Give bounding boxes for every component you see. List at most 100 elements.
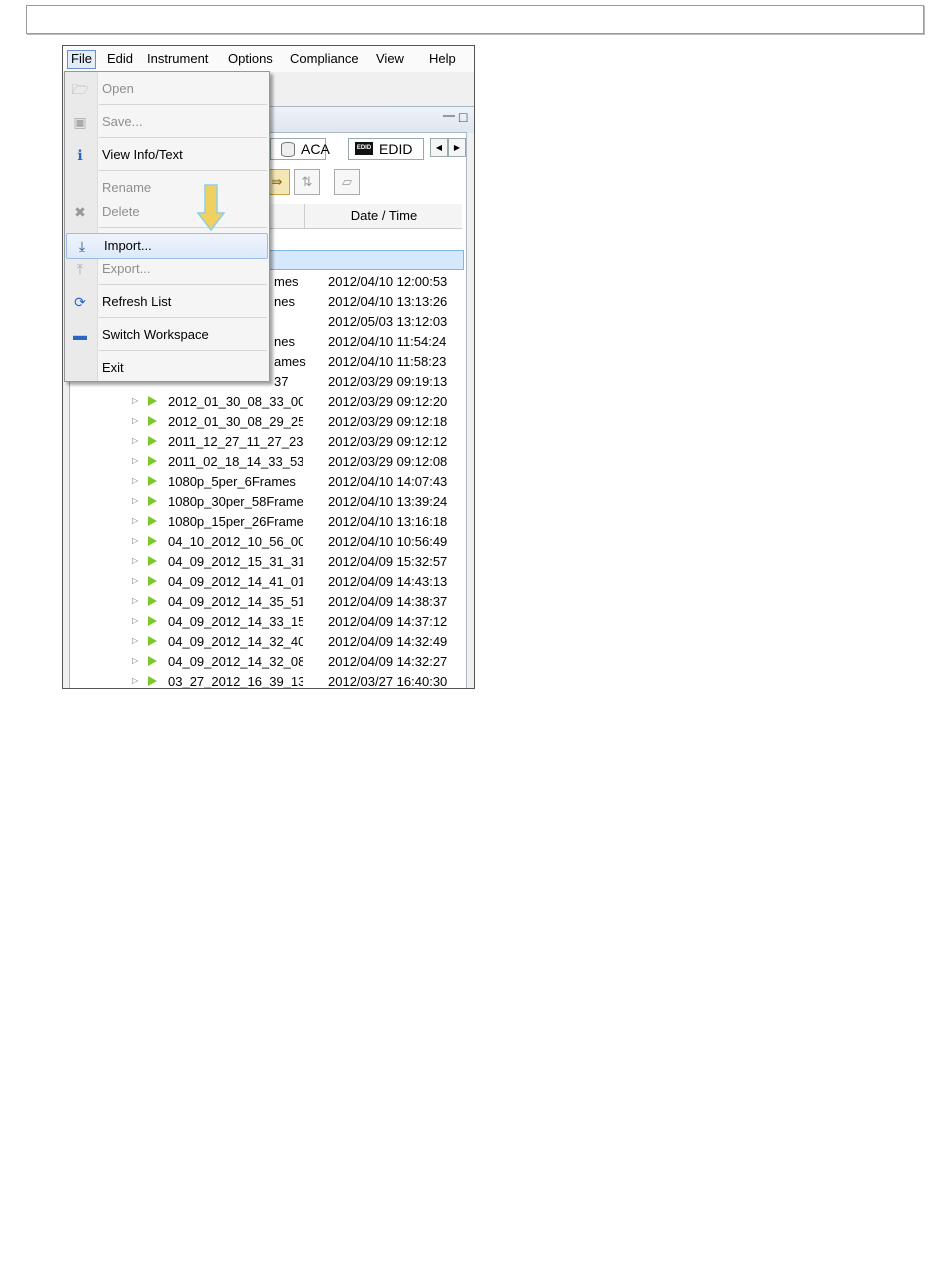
file-menu-dropdown: 🗁 Open ▣ Save... ℹ View Info/Text Rename ✖ Delet… [64, 71, 270, 382]
capture-play-icon [148, 576, 157, 586]
menu-bar: File Edid Instrument Options Compliance … [63, 46, 474, 72]
row-date: 2012/04/09 14:38:37 [328, 594, 448, 609]
expand-icon[interactable]: ▷ [132, 476, 138, 485]
menu-item-switch-workspace[interactable]: ▬ Switch Workspace [65, 323, 269, 347]
menu-separator [99, 284, 267, 285]
table-row[interactable]: ▷ 04_09_2012_14_33_15 2012/04/09 14:37:12 [70, 613, 466, 633]
table-row[interactable]: ▷ 04_09_2012_14_41_01 2012/04/09 14:43:13 [70, 573, 466, 593]
table-row[interactable]: ▷ 1080p_15per_26Frames 2012/04/10 13:16:18 [70, 513, 466, 533]
menu-item-label: Refresh List [102, 294, 172, 309]
row-date: 2012/05/03 13:12:03 [328, 314, 448, 329]
menu-item-label: Exit [102, 360, 124, 375]
capture-play-icon [148, 536, 157, 546]
row-date: 2012/04/10 11:58:23 [328, 354, 447, 369]
capture-play-icon [148, 636, 157, 646]
menu-edid[interactable]: Edid [107, 51, 133, 66]
refresh-icon: ⟳ [74, 294, 86, 310]
table-row[interactable]: ▷ 2011_12_27_11_27_23 2012/03/29 09:12:12 [70, 433, 466, 453]
expand-icon[interactable]: ▷ [132, 436, 138, 445]
menu-item-refresh-list[interactable]: ⟳ Refresh List [65, 290, 269, 314]
menu-help[interactable]: Help [429, 51, 456, 66]
menu-compliance[interactable]: Compliance [290, 51, 359, 66]
menu-item-label: View Info/Text [102, 147, 183, 162]
table-row[interactable]: ▷ 1080p_30per_58Frames 2012/04/10 13:39:24 [70, 493, 466, 513]
row-name: 04_09_2012_14_35_51 [168, 594, 303, 609]
tab-edid[interactable]: EDID EDID [348, 138, 424, 160]
menu-item-open[interactable]: 🗁 Open [65, 77, 269, 101]
panel-window-controls: ⎻ ☐ [443, 111, 468, 126]
row-name: nes [274, 294, 295, 309]
row-date: 2012/03/29 09:12:20 [328, 394, 448, 409]
row-name: 2012_01_30_08_33_00 [168, 394, 303, 409]
row-name: nes [274, 334, 295, 349]
minimize-icon[interactable]: ⎻ [443, 111, 455, 125]
row-name: 1080p_5per_6Frames [168, 474, 296, 489]
row-name: 04_09_2012_14_32_40 [168, 634, 303, 649]
row-date: 2012/03/29 09:12:18 [328, 414, 448, 429]
menu-item-export[interactable]: ⤒ Export... [65, 257, 269, 281]
menu-item-delete[interactable]: ✖ Delete [65, 200, 269, 224]
table-row[interactable]: ▷ 2012_01_30_08_33_00 2012/03/29 09:12:20 [70, 393, 466, 413]
table-row[interactable]: ▷ 04_09_2012_14_35_51 2012/04/09 14:38:37 [70, 593, 466, 613]
menu-item-import[interactable]: ⤓ Import... [66, 233, 268, 259]
tab-scroll-right-icon[interactable]: ▶ [448, 138, 466, 157]
menu-options[interactable]: Options [228, 51, 273, 66]
row-name: 04_10_2012_10_56_00 [168, 534, 303, 549]
menu-item-save[interactable]: ▣ Save... [65, 110, 269, 134]
row-name: 04_09_2012_14_32_08 [168, 654, 303, 669]
menu-item-label: Save... [102, 114, 143, 129]
expand-icon[interactable]: ▷ [132, 456, 138, 465]
maximize-icon[interactable]: ☐ [458, 111, 468, 125]
capture-play-icon [148, 476, 157, 486]
database-icon [281, 142, 295, 157]
table-row[interactable]: ▷ 2012_01_30_08_29_25 2012/03/29 09:12:18 [70, 413, 466, 433]
expand-icon[interactable]: ▷ [132, 396, 138, 405]
expand-icon[interactable]: ▷ [132, 416, 138, 425]
expand-icon[interactable]: ▷ [132, 656, 138, 665]
table-row[interactable]: ▷ 03_27_2012_16_39_13 2012/03/27 16:40:30 [70, 673, 466, 689]
capture-play-icon [148, 456, 157, 466]
table-row[interactable]: ▷ 04_09_2012_14_32_40 2012/04/09 14:32:49 [70, 633, 466, 653]
capture-play-icon [148, 416, 157, 426]
menu-item-label: Delete [102, 204, 140, 219]
expand-icon[interactable]: ▷ [132, 596, 138, 605]
tab-scroll-left-icon[interactable]: ◀ [430, 138, 448, 157]
expand-icon[interactable]: ▷ [132, 676, 138, 685]
down-arrow-annotation-icon [196, 184, 226, 232]
expand-icon[interactable]: ▷ [132, 496, 138, 505]
capture-play-icon [148, 556, 157, 566]
expand-icon[interactable]: ▷ [132, 636, 138, 645]
menu-item-rename[interactable]: Rename [65, 176, 269, 200]
row-date: 2012/04/09 15:32:57 [328, 554, 448, 569]
capture-play-icon [148, 396, 157, 406]
table-row[interactable]: ▷ 04_10_2012_10_56_00 2012/04/10 10:56:49 [70, 533, 466, 553]
menu-file[interactable]: File [67, 50, 96, 69]
tab-aca[interactable]: ACA [270, 138, 330, 160]
menu-view[interactable]: View [376, 51, 404, 66]
folder-open-icon[interactable]: ▱ [334, 169, 360, 195]
table-row[interactable]: ▷ 1080p_5per_6Frames 2012/04/10 14:07:43 [70, 473, 466, 493]
menu-item-label: Open [102, 81, 134, 96]
row-date: 2012/04/10 11:54:24 [328, 334, 447, 349]
expand-icon[interactable]: ▷ [132, 556, 138, 565]
expand-icon[interactable]: ▷ [132, 536, 138, 545]
column-date-time[interactable]: Date / Time [304, 204, 463, 228]
menu-item-exit[interactable]: Exit [65, 356, 269, 380]
application-window: File Edid Instrument Options Compliance … [62, 45, 475, 689]
table-row[interactable]: ▷ 2011_02_18_14_33_53 2012/03/29 09:12:08 [70, 453, 466, 473]
menu-item-view-info-text[interactable]: ℹ View Info/Text [65, 143, 269, 167]
row-date: 2012/04/10 14:07:43 [328, 474, 448, 489]
capture-play-icon [148, 496, 157, 506]
capture-play-icon [148, 436, 157, 446]
expand-icon[interactable]: ▷ [132, 516, 138, 525]
table-row[interactable]: ▷ 04_09_2012_14_32_08 2012/04/09 14:32:27 [70, 653, 466, 673]
sort-icon[interactable]: ⇅ [294, 169, 320, 195]
row-name: 04_09_2012_14_41_01 [168, 574, 303, 589]
row-date: 2012/03/27 16:40:30 [328, 674, 448, 689]
row-date: 2012/04/09 14:37:12 [328, 614, 448, 629]
menu-instrument[interactable]: Instrument [147, 51, 208, 66]
expand-icon[interactable]: ▷ [132, 576, 138, 585]
row-date: 2012/04/10 13:39:24 [328, 494, 448, 509]
table-row[interactable]: ▷ 04_09_2012_15_31_31 2012/04/09 15:32:57 [70, 553, 466, 573]
expand-icon[interactable]: ▷ [132, 616, 138, 625]
